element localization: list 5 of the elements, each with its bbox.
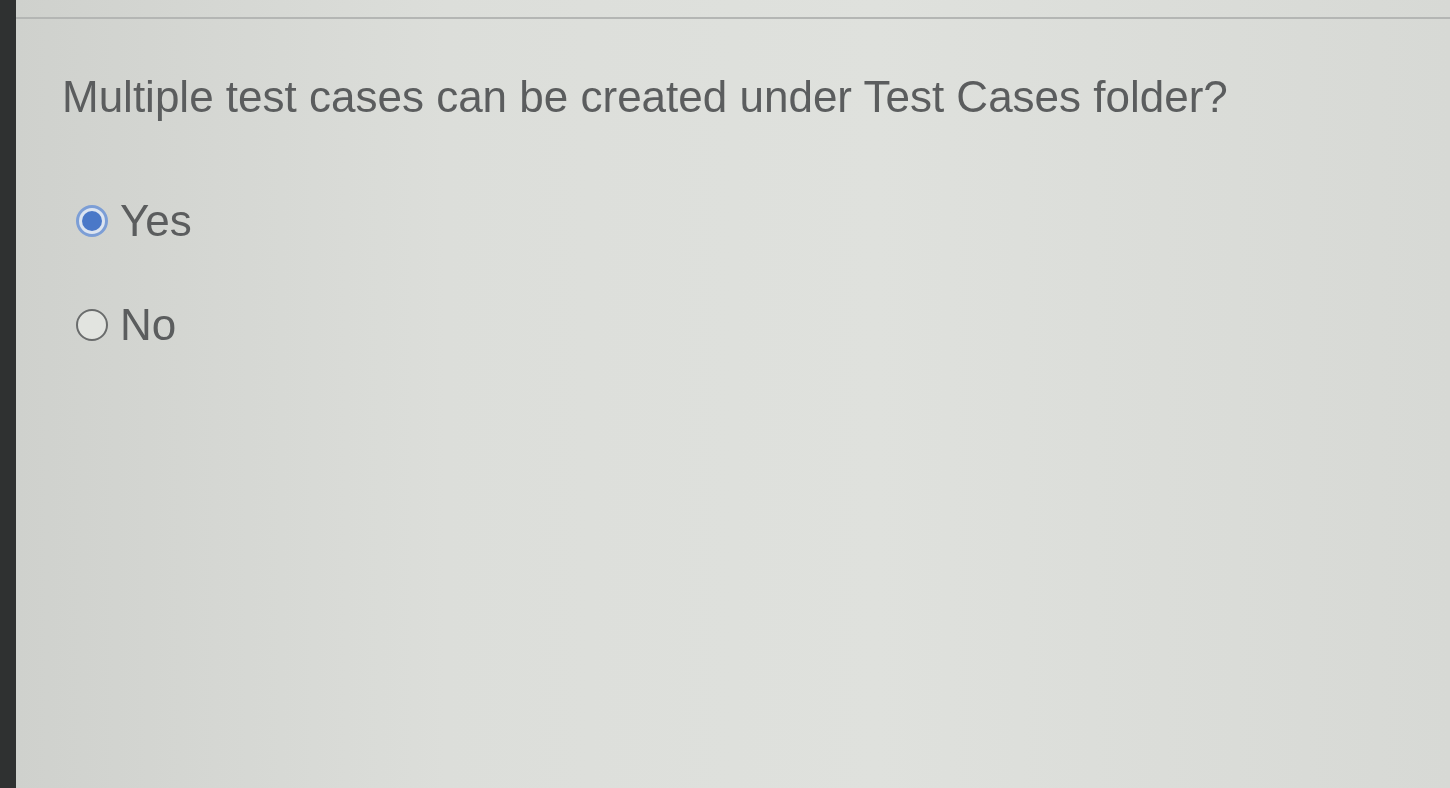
option-label[interactable]: Yes <box>120 197 192 245</box>
radio-button[interactable] <box>76 309 108 341</box>
option-label[interactable]: No <box>120 301 177 349</box>
question-text: Multiple test cases can be created under Test Cases folder? <box>62 71 1229 123</box>
radio-button[interactable] <box>76 205 108 237</box>
